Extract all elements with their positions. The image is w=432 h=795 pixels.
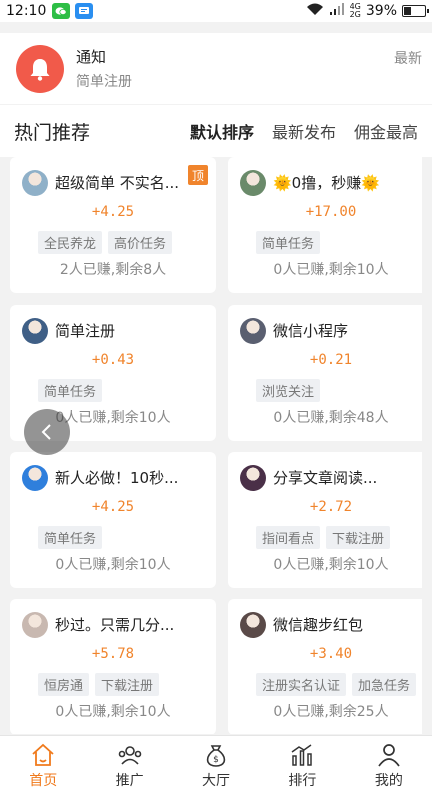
task-tag: 简单任务 xyxy=(38,379,103,402)
task-progress-text: 0人已赚,剩余10人 xyxy=(55,704,171,720)
task-title: 分享文章阅读... xyxy=(273,469,378,487)
tab-promote-label: 推广 xyxy=(115,772,144,789)
task-tag: 高价任务 xyxy=(108,231,173,254)
sort-tabs: 默认排序 最新发布 佣金最高 xyxy=(190,119,418,143)
wifi-icon xyxy=(306,2,324,20)
task-progress-text: 0人已赚,剩余10人 xyxy=(273,262,389,278)
battery-percent: 39% xyxy=(365,3,397,19)
ranking-icon xyxy=(291,743,313,766)
tab-mine[interactable]: 我的 xyxy=(346,736,432,795)
pinned-badge: 顶 xyxy=(188,165,208,185)
tab-hall[interactable]: $ 大厅 xyxy=(173,736,259,795)
message-notification-icon xyxy=(75,3,94,19)
task-tags: 浏览关注 xyxy=(256,379,321,402)
task-progress-text: 0人已赚,剩余25人 xyxy=(273,704,389,720)
task-reward: +0.43 xyxy=(91,352,135,368)
sort-tab-commission[interactable]: 佣金最高 xyxy=(354,119,418,143)
task-reward: +17.00 xyxy=(305,204,357,220)
notice-title: 通知 xyxy=(76,48,107,66)
task-reward: +3.40 xyxy=(309,646,353,662)
task-tag: 注册实名认证 xyxy=(256,673,347,696)
task-card[interactable]: 新人必做！10秒... +4.25 简单任务 0人已赚,剩余10人 xyxy=(10,452,216,588)
tab-home[interactable]: 首页 xyxy=(0,736,86,795)
task-card[interactable]: 秒过。只需几分... +5.78 恒房通 下载注册 0人已赚,剩余10人 xyxy=(10,599,216,734)
tab-hall-label: 大厅 xyxy=(202,772,231,789)
task-tags: 简单任务 xyxy=(38,526,103,549)
task-tag: 加急任务 xyxy=(352,673,417,696)
network-type: 4G 2G xyxy=(349,2,361,19)
task-title: 简单注册 xyxy=(55,322,116,340)
avatar xyxy=(22,318,48,344)
task-title: 微信趣步红包 xyxy=(273,616,364,634)
task-title: 微信小程序 xyxy=(273,322,349,340)
avatar xyxy=(240,612,266,638)
task-progress-text: 0人已赚,剩余10人 xyxy=(273,557,389,573)
task-title: 超级简单 不实名... xyxy=(55,174,180,192)
wechat-notification-icon xyxy=(52,3,71,19)
task-card[interactable]: 分享文章阅读... +2.72 指间看点 下载注册 0人已赚,剩余10人 xyxy=(228,452,422,588)
promote-icon xyxy=(118,745,141,765)
task-reward: +5.78 xyxy=(91,646,135,662)
avatar xyxy=(22,170,48,196)
chevron-left-icon xyxy=(41,424,51,440)
section-title: 热门推荐 xyxy=(14,121,91,144)
task-tags: 注册实名认证 加急任务 xyxy=(256,673,417,696)
bell-icon xyxy=(16,44,64,93)
notice-subtitle: 简单注册 xyxy=(76,74,132,90)
task-reward: +0.21 xyxy=(309,352,353,368)
avatar xyxy=(22,612,48,638)
tab-ranking-label: 排行 xyxy=(288,772,317,789)
task-reward: +2.72 xyxy=(309,499,353,515)
task-title: 🌞0撸，秒赚🌞 xyxy=(273,174,380,192)
task-grid: 超级简单 不实名... 顶 +4.25 全民养龙 高价任务 2人已赚,剩余8人 🌞0撸，秒赚… xyxy=(10,157,422,734)
sort-tab-newest[interactable]: 最新发布 xyxy=(272,119,336,143)
tab-home-label: 首页 xyxy=(29,772,58,789)
task-tags: 简单任务 xyxy=(38,379,103,402)
task-card[interactable]: 微信趣步红包 +3.40 注册实名认证 加急任务 0人已赚,剩余25人 xyxy=(228,599,422,734)
battery-icon xyxy=(402,5,429,17)
notice-latest-link[interactable]: 最新 xyxy=(394,48,422,68)
task-tag: 简单任务 xyxy=(38,526,103,549)
status-time: 12:10 xyxy=(6,3,47,19)
home-icon xyxy=(32,743,54,766)
tab-mine-label: 我的 xyxy=(374,772,403,789)
task-tag: 下载注册 xyxy=(95,673,160,696)
notice-bar[interactable]: 通知 简单注册 最新 xyxy=(0,33,432,104)
task-tags: 简单任务 xyxy=(256,231,321,254)
avatar xyxy=(240,465,266,491)
bottom-tab-bar: 首页 推广 $ 大厅 排行 我的 xyxy=(0,735,432,795)
task-reward: +4.25 xyxy=(91,204,135,220)
task-title: 秒过。只需几分... xyxy=(55,616,175,634)
task-card[interactable]: 🌞0撸，秒赚🌞 +17.00 简单任务 0人已赚,剩余10人 xyxy=(228,157,422,293)
task-progress-text: 0人已赚,剩余48人 xyxy=(273,410,389,426)
task-card[interactable]: 超级简单 不实名... 顶 +4.25 全民养龙 高价任务 2人已赚,剩余8人 xyxy=(10,157,216,293)
task-progress-text: 0人已赚,剩余10人 xyxy=(55,557,171,573)
back-button[interactable] xyxy=(24,409,70,455)
signal-icon xyxy=(329,2,345,20)
task-progress-text: 2人已赚,剩余8人 xyxy=(59,262,167,278)
task-tag: 简单任务 xyxy=(256,231,321,254)
task-tags: 全民养龙 高价任务 xyxy=(38,231,173,254)
sort-tab-default[interactable]: 默认排序 xyxy=(190,119,254,143)
task-tag: 指间看点 xyxy=(256,526,321,549)
task-tag: 浏览关注 xyxy=(256,379,321,402)
tab-ranking[interactable]: 排行 xyxy=(259,736,345,795)
user-icon xyxy=(378,743,400,767)
avatar xyxy=(22,465,48,491)
task-reward: +4.25 xyxy=(91,499,135,515)
money-bag-icon: $ xyxy=(206,744,226,767)
task-tag: 下载注册 xyxy=(326,526,391,549)
task-tags: 恒房通 下载注册 xyxy=(38,673,160,696)
status-bar: 12:10 4G 2G 39% xyxy=(0,0,432,22)
svg-text:$: $ xyxy=(213,755,219,765)
task-tags: 指间看点 下载注册 xyxy=(256,526,391,549)
section-header: 热门推荐 默认排序 最新发布 佣金最高 xyxy=(0,105,432,157)
task-tag: 全民养龙 xyxy=(38,231,103,254)
tab-promote[interactable]: 推广 xyxy=(86,736,172,795)
avatar xyxy=(240,318,266,344)
avatar xyxy=(240,170,266,196)
task-tag: 恒房通 xyxy=(38,673,90,696)
task-title: 新人必做！10秒... xyxy=(55,469,179,487)
task-card[interactable]: 微信小程序 +0.21 浏览关注 0人已赚,剩余48人 xyxy=(228,305,422,441)
